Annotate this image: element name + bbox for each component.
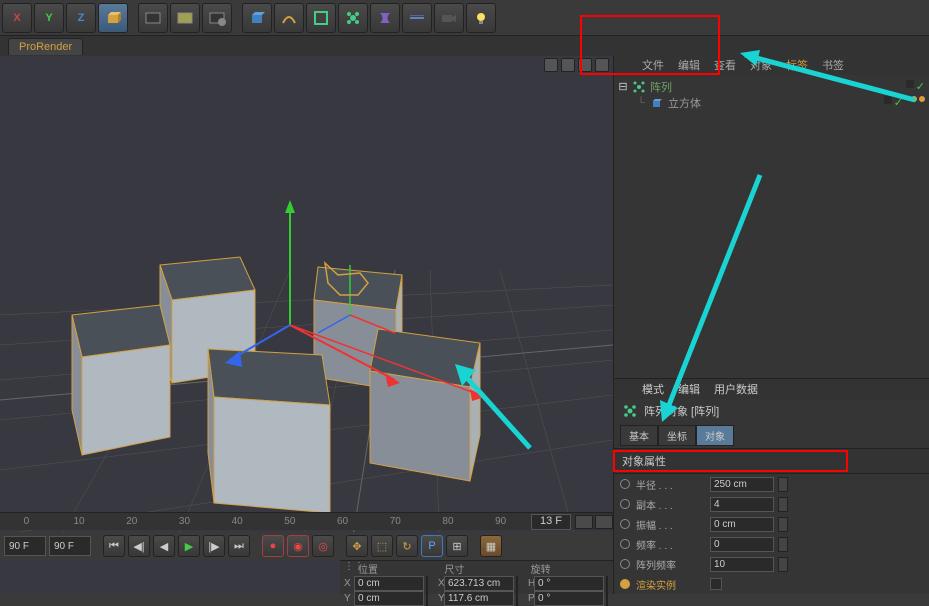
size-x-field[interactable]	[444, 576, 514, 591]
pos-y-field[interactable]	[354, 591, 424, 606]
tab-basic[interactable]: 基本	[620, 425, 658, 446]
frequency-field[interactable]	[710, 537, 774, 552]
pla-key-button[interactable]: ⊞	[446, 535, 468, 557]
cube-icon	[650, 96, 664, 110]
attr-tabs: 基本 坐标 对象	[614, 423, 929, 448]
transport-bar: ⏮ ◀| ◀ ▶ |▶ ⏭ ● ◉ ◎ ✥ ⬚ ↻ P ⊞ ▦	[0, 532, 613, 560]
prev-key-button[interactable]: ◀|	[128, 535, 150, 557]
right-panel: 文件 编辑 查看 对象 标签 书签 ⊟ 阵列 ✓ └ 立方体 ✓ 模式	[613, 56, 929, 594]
axis-y-button[interactable]: Y	[34, 3, 64, 33]
render-region-button[interactable]	[170, 3, 200, 33]
tab-prorender[interactable]: ProRender	[8, 38, 83, 55]
autokey-button[interactable]: ◉	[287, 535, 309, 557]
attr-row-arrayfreq: 阵列频率	[614, 554, 929, 574]
renderinst-checkbox[interactable]	[710, 578, 722, 590]
rot-p-field[interactable]	[534, 591, 604, 606]
arrayfreq-field[interactable]	[710, 557, 774, 572]
nav-max-icon[interactable]	[595, 58, 609, 72]
move-key-button[interactable]: ✥	[346, 535, 368, 557]
attr-section-header: 对象属性	[614, 448, 929, 474]
attr-row-amplitude: 振幅 . . .	[614, 514, 929, 534]
viewport-3d[interactable]: 网格间距 : 100 cm 010 2030 4050 6070 8090 13…	[0, 56, 613, 594]
menu-file[interactable]: 文件	[642, 57, 664, 73]
object-hierarchy[interactable]: ⊟ 阵列 ✓ └ 立方体 ✓	[614, 75, 929, 378]
frame-start-field[interactable]	[4, 536, 46, 556]
play-back-button[interactable]: ◀	[153, 535, 175, 557]
attr-row-radius: 半径 . . .	[614, 474, 929, 494]
timeline-btn1[interactable]	[575, 515, 593, 529]
hierarchy-row-cube[interactable]: └ 立方体 ✓	[618, 95, 925, 111]
viewport-tabbar: ProRender	[0, 36, 929, 56]
scale-key-button[interactable]: ⬚	[371, 535, 393, 557]
radius-field[interactable]	[710, 477, 774, 492]
attr-menu-mode[interactable]: 模式	[642, 381, 664, 397]
generator-button[interactable]	[306, 3, 336, 33]
attr-row-copies: 副本 . . .	[614, 494, 929, 514]
attr-menu-user[interactable]: 用户数据	[714, 381, 758, 397]
attr-row-renderinst: 渲染实例	[614, 574, 929, 594]
goto-start-button[interactable]: ⏮	[103, 535, 125, 557]
current-frame: 13 F	[531, 514, 571, 530]
menu-object[interactable]: 对象	[750, 57, 772, 73]
next-key-button[interactable]: |▶	[203, 535, 225, 557]
play-fwd-button[interactable]: ▶	[178, 535, 200, 557]
tab-coord[interactable]: 坐标	[658, 425, 696, 446]
axis-z-button[interactable]: Z	[66, 3, 96, 33]
attr-menu: 模式 编辑 用户数据	[614, 379, 929, 399]
deformer-button[interactable]	[370, 3, 400, 33]
menu-bookmarks[interactable]: 书签	[822, 57, 844, 73]
camera-button[interactable]	[434, 3, 464, 33]
hierarchy-row-array[interactable]: ⊟ 阵列 ✓	[618, 79, 925, 95]
axis-x-button[interactable]: X	[2, 3, 32, 33]
cube-left	[72, 305, 170, 455]
viewport-nav-icons	[544, 58, 609, 72]
menu-edit[interactable]: 编辑	[678, 57, 700, 73]
rot-h-field[interactable]	[534, 576, 604, 591]
attribute-manager: 模式 编辑 用户数据 阵列对象 [阵列] 基本 坐标 对象 对象属性 半径 . …	[614, 378, 929, 594]
spline-tool-button[interactable]	[274, 3, 304, 33]
nav-pan-icon[interactable]	[544, 58, 558, 72]
frame-end-field[interactable]	[49, 536, 91, 556]
attr-row-frequency: 频率 . . .	[614, 534, 929, 554]
attr-object-title: 阵列对象 [阵列]	[614, 399, 929, 423]
array-button[interactable]	[338, 3, 368, 33]
cube-front	[208, 349, 330, 513]
rotate-key-button[interactable]: ↻	[396, 535, 418, 557]
nav-zoom-icon[interactable]	[561, 58, 575, 72]
timeline-btn2[interactable]	[595, 515, 613, 529]
coordinate-manager: ⋮⋮ 位置尺寸旋转 X X H Y Y P	[340, 560, 613, 594]
attr-menu-edit[interactable]: 编辑	[678, 381, 700, 397]
cube-tool-button[interactable]	[98, 3, 128, 33]
render-button[interactable]	[138, 3, 168, 33]
render-settings-button[interactable]	[202, 3, 232, 33]
light-button[interactable]	[466, 3, 496, 33]
timeline-window-button[interactable]: ▦	[480, 535, 502, 557]
pos-x-field[interactable]	[354, 576, 424, 591]
primitive-cube-button[interactable]	[242, 3, 272, 33]
environment-button[interactable]	[402, 3, 432, 33]
cube-right	[370, 329, 480, 481]
nav-orbit-icon[interactable]	[578, 58, 592, 72]
main-toolbar: X Y Z	[0, 0, 929, 36]
amplitude-field[interactable]	[710, 517, 774, 532]
size-y-field[interactable]	[444, 591, 514, 606]
record-button[interactable]: ●	[262, 535, 284, 557]
array-icon	[632, 80, 646, 94]
menu-tags[interactable]: 标签	[786, 57, 808, 73]
copies-field[interactable]	[710, 497, 774, 512]
menu-view[interactable]: 查看	[714, 57, 736, 73]
goto-end-button[interactable]: ⏭	[228, 535, 250, 557]
tab-object[interactable]: 对象	[696, 425, 734, 446]
param-key-button[interactable]: P	[421, 535, 443, 557]
object-manager-menu: 文件 编辑 查看 对象 标签 书签	[614, 56, 929, 75]
keyframe-sel-button[interactable]: ◎	[312, 535, 334, 557]
timeline-ruler[interactable]: 010 2030 4050 6070 8090 13 F	[0, 512, 613, 530]
